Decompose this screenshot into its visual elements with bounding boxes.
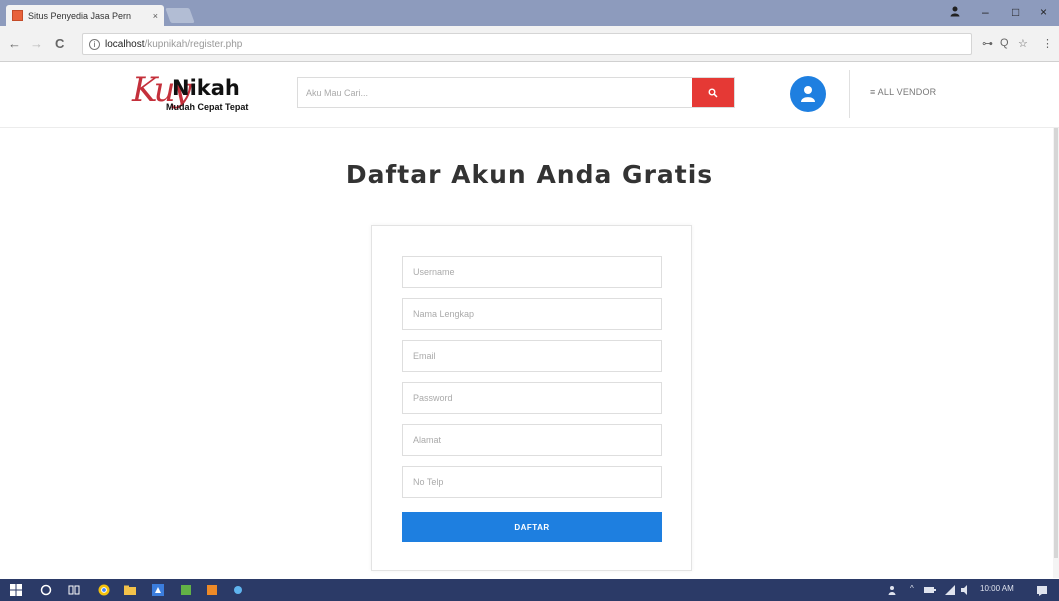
minimize-button[interactable]: – bbox=[982, 5, 989, 19]
browser-menu-icon[interactable]: ⋮ bbox=[1042, 37, 1053, 50]
file-explorer-icon[interactable] bbox=[124, 584, 136, 596]
site-header: Kuy Nikah Mudah Cepat Tepat ≡ ALL VENDOR bbox=[0, 62, 1059, 128]
app-lightblue-icon[interactable] bbox=[232, 584, 244, 596]
password-field[interactable] bbox=[402, 382, 662, 414]
password-key-icon[interactable]: ⊶ bbox=[982, 37, 993, 50]
taskbar-clock[interactable]: 10:00 AM bbox=[980, 584, 1014, 593]
logo-word: Nikah bbox=[172, 76, 240, 100]
search-icon bbox=[708, 88, 718, 98]
people-icon[interactable] bbox=[888, 584, 900, 596]
site-logo[interactable]: Kuy Nikah Mudah Cepat Tepat bbox=[132, 70, 262, 118]
tab-close-icon[interactable]: × bbox=[153, 11, 158, 21]
url-bar[interactable]: i localhost /kupnikah/register.php bbox=[82, 33, 972, 55]
logo-tagline: Mudah Cepat Tepat bbox=[166, 102, 249, 112]
page-scrollbar[interactable] bbox=[1053, 128, 1059, 578]
task-view-icon[interactable] bbox=[68, 584, 80, 596]
site-favicon-icon bbox=[12, 10, 23, 21]
site-info-icon[interactable]: i bbox=[89, 38, 100, 50]
fullname-field[interactable] bbox=[402, 298, 662, 330]
app-orange-icon[interactable] bbox=[206, 584, 218, 596]
email-field[interactable] bbox=[402, 340, 662, 372]
address-field[interactable] bbox=[402, 424, 662, 456]
search-input[interactable] bbox=[298, 78, 688, 107]
volume-icon[interactable] bbox=[960, 584, 972, 596]
back-button[interactable]: ← bbox=[8, 36, 21, 51]
windows-start-icon[interactable] bbox=[10, 584, 22, 596]
notification-center-icon[interactable] bbox=[1036, 584, 1048, 596]
browser-titlebar: Situs Penyedia Jasa Pern × – □ × bbox=[0, 0, 1059, 26]
header-divider bbox=[849, 70, 850, 118]
profile-icon[interactable] bbox=[949, 5, 961, 20]
new-tab-button[interactable] bbox=[165, 8, 195, 23]
register-submit-button[interactable]: DAFTAR bbox=[402, 512, 662, 542]
network-icon[interactable] bbox=[944, 584, 956, 596]
reload-button[interactable]: C bbox=[55, 36, 64, 51]
zoom-icon[interactable]: Q bbox=[1000, 37, 1009, 49]
close-window-button[interactable]: × bbox=[1040, 5, 1047, 19]
browser-tab[interactable]: Situs Penyedia Jasa Pern × bbox=[6, 5, 164, 26]
url-path: /kupnikah/register.php bbox=[144, 38, 243, 50]
user-icon bbox=[801, 86, 815, 102]
browser-toolbar: ← → C i localhost /kupnikah/register.php… bbox=[0, 26, 1059, 62]
phone-field[interactable] bbox=[402, 466, 662, 498]
battery-icon[interactable] bbox=[924, 584, 936, 596]
register-form: DAFTAR bbox=[371, 225, 692, 571]
maximize-button[interactable]: □ bbox=[1012, 5, 1019, 19]
app-blue-icon[interactable] bbox=[152, 584, 164, 596]
windows-taskbar: ^ 10:00 AM bbox=[0, 579, 1059, 601]
url-host: localhost bbox=[105, 38, 145, 50]
tray-chevron-icon[interactable]: ^ bbox=[910, 584, 914, 593]
scrollbar-thumb[interactable] bbox=[1054, 128, 1058, 558]
user-account-button[interactable] bbox=[790, 76, 826, 112]
chrome-icon[interactable] bbox=[98, 584, 110, 596]
username-field[interactable] bbox=[402, 256, 662, 288]
cortana-search-icon[interactable] bbox=[40, 584, 52, 596]
forward-button[interactable]: → bbox=[30, 36, 43, 51]
tab-title: Situs Penyedia Jasa Pern bbox=[28, 10, 132, 21]
app-green-icon[interactable] bbox=[180, 584, 192, 596]
page-title: Daftar Akun Anda Gratis bbox=[345, 160, 714, 189]
search-button[interactable] bbox=[692, 78, 734, 107]
search-bar bbox=[297, 77, 735, 108]
bookmark-star-icon[interactable]: ☆ bbox=[1018, 37, 1028, 50]
all-vendor-link[interactable]: ≡ ALL VENDOR bbox=[870, 87, 936, 97]
